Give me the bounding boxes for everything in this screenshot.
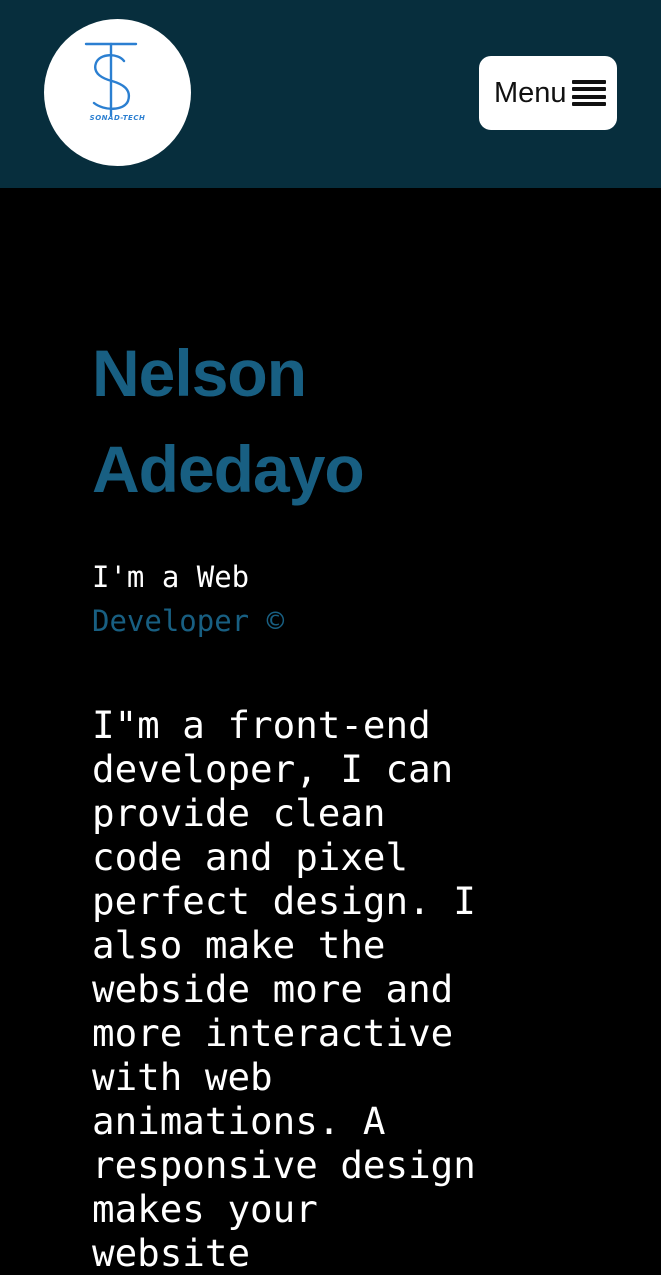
hero-name: Nelson Adedayo (92, 325, 512, 517)
hero-role: I'm a Web Developer © (92, 555, 512, 643)
site-logo[interactable]: SONAD-TECH (44, 19, 191, 166)
hero-description: I"m a front-end developer, I can provide… (92, 703, 476, 1275)
hero-section: Nelson Adedayo I'm a Web Developer © I"m… (92, 325, 512, 1275)
menu-label: Menu (494, 76, 567, 109)
logo-wordmark: SONAD-TECH (89, 114, 146, 122)
hero-role-line1: I'm a Web (92, 560, 250, 594)
menu-button[interactable]: Menu (479, 56, 617, 130)
ts-monogram-icon (84, 42, 138, 117)
hamburger-icon (571, 80, 606, 106)
hero-name-last: Adedayo (92, 432, 365, 506)
hero-role-line2: Developer © (92, 604, 285, 638)
site-header: SONAD-TECH Menu (0, 0, 661, 188)
hero-name-first: Nelson (92, 336, 307, 410)
